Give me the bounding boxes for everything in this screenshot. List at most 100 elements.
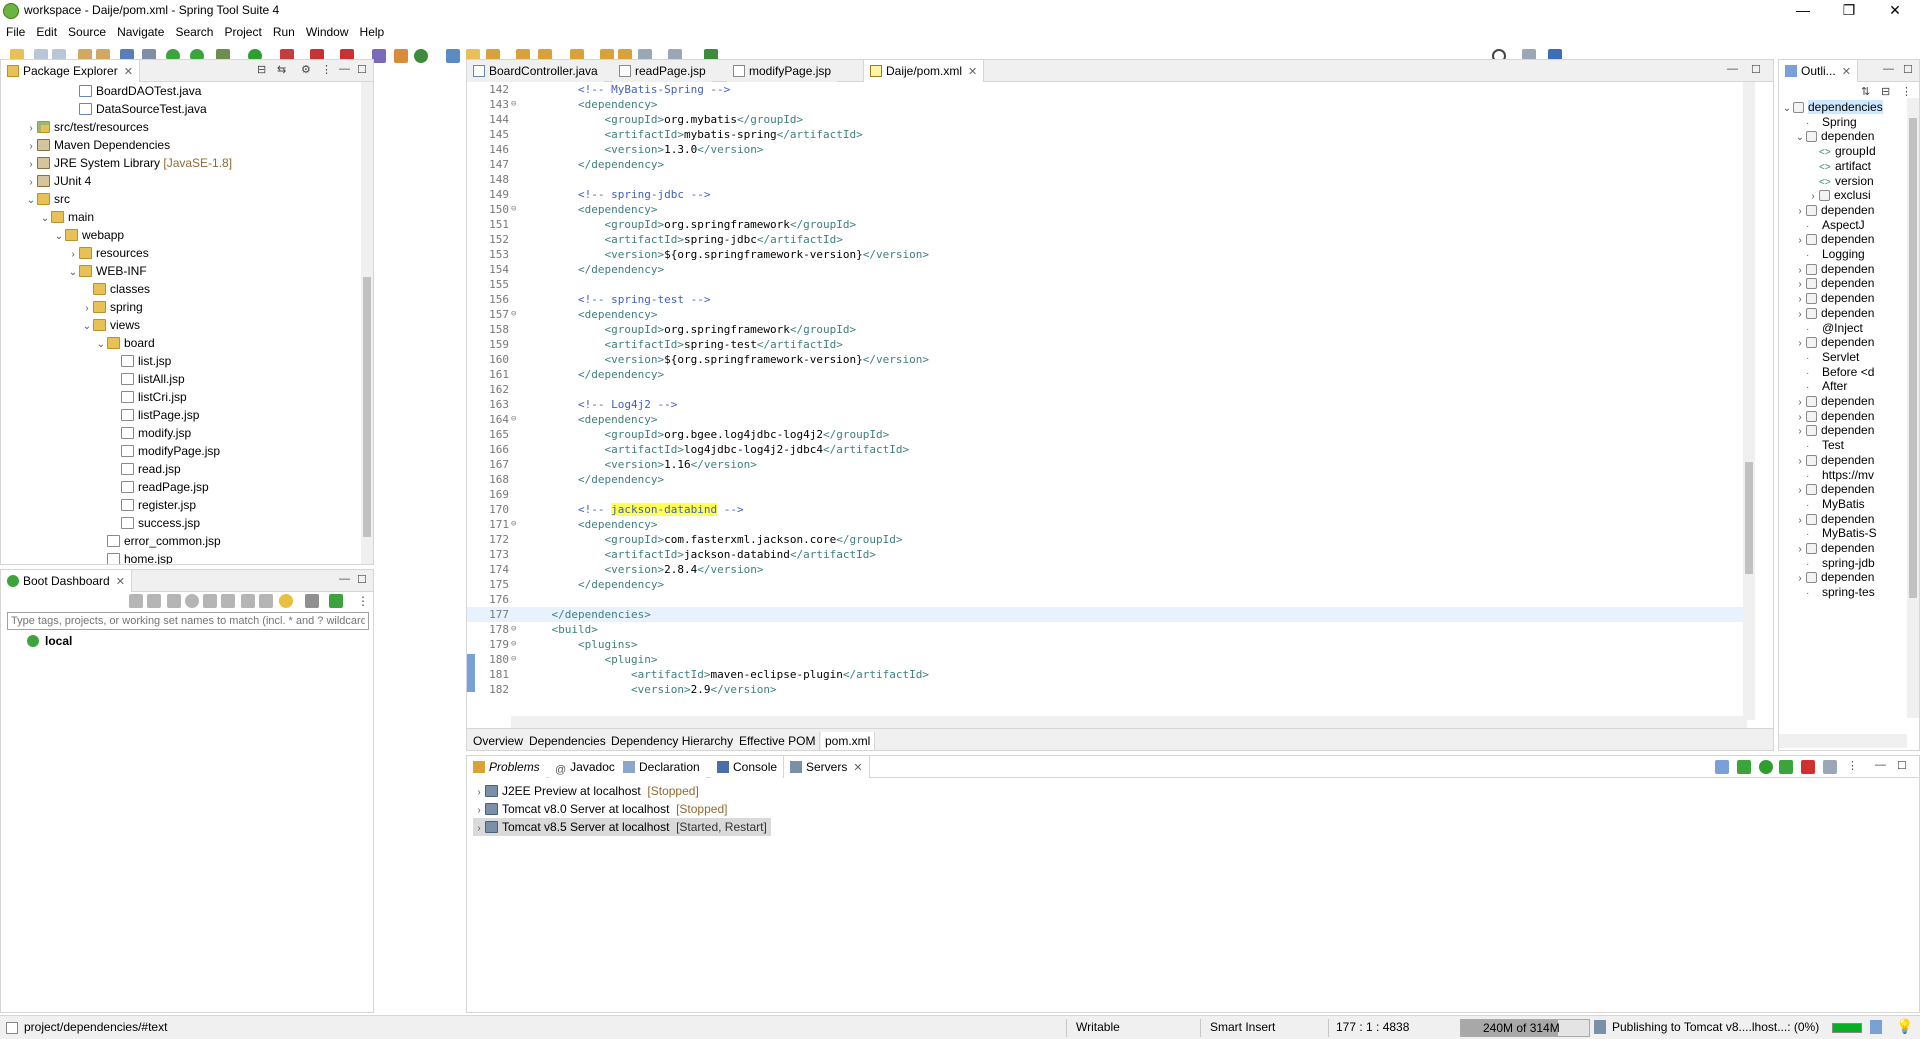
code-line[interactable]: 156 <!-- spring-test --> xyxy=(467,292,1743,307)
outline-h-scrollbar[interactable] xyxy=(1779,734,1907,748)
new-package-icon[interactable] xyxy=(394,49,408,63)
tree-item[interactable]: list.jsp xyxy=(109,352,171,370)
code-line[interactable]: 149 <!-- spring-jdbc --> xyxy=(467,187,1743,202)
expand-toggle-icon[interactable]: ⌄ xyxy=(39,210,51,228)
menu-project[interactable]: Project xyxy=(224,25,261,39)
server-row[interactable]: › J2EE Preview at localhost [Stopped] xyxy=(473,782,698,800)
code-line[interactable]: 146 <version>1.3.0</version> xyxy=(467,142,1743,157)
tree-item[interactable]: › Maven Dependencies xyxy=(25,136,170,154)
maximize-view-icon[interactable]: ☐ xyxy=(1897,759,1907,772)
code-line[interactable]: 157 ⊖ <dependency> xyxy=(467,307,1743,322)
minimize-view-icon[interactable]: — xyxy=(339,573,350,585)
tab-problems[interactable]: Problems xyxy=(467,756,546,778)
code-line[interactable]: 169 xyxy=(467,487,1743,502)
view-menu-icon[interactable]: ⋮ xyxy=(357,594,371,608)
garbage-collect-icon[interactable] xyxy=(1594,1020,1606,1034)
menu-run[interactable]: Run xyxy=(273,25,295,39)
expand-toggle-icon[interactable]: ⌄ xyxy=(53,228,65,246)
code-line[interactable]: 163 <!-- Log4j2 --> xyxy=(467,397,1743,412)
tree-item[interactable]: success.jsp xyxy=(109,514,200,532)
minimize-button[interactable]: — xyxy=(1780,0,1826,22)
server-row[interactable]: › Tomcat v8.0 Server at localhost [Stoppe… xyxy=(473,800,727,818)
code-line[interactable]: 154 </dependency> xyxy=(467,262,1743,277)
code-line[interactable]: 150 ⊖ <dependency> xyxy=(467,202,1743,217)
progress-view-icon[interactable] xyxy=(1870,1020,1882,1034)
tab-console[interactable]: Console xyxy=(711,756,784,778)
debug-server-icon[interactable] xyxy=(1737,760,1751,774)
code-line[interactable]: 152 <artifactId>spring-jdbc</artifactId> xyxy=(467,232,1743,247)
tab-boardcontroller-java[interactable]: BoardController.java xyxy=(467,60,604,82)
view-menu-icon[interactable]: ⋮ xyxy=(321,63,332,76)
expand-toggle-icon[interactable]: ⌄ xyxy=(25,192,37,210)
close-icon[interactable]: ✕ xyxy=(1842,66,1851,78)
tab-javadoc[interactable]: @ Javadoc xyxy=(549,756,621,778)
menu-source[interactable]: Source xyxy=(68,25,106,39)
lightbulb-icon[interactable] xyxy=(279,594,293,608)
code-line[interactable]: 161 </dependency> xyxy=(467,367,1743,382)
menu-search[interactable]: Search xyxy=(175,25,213,39)
code-line[interactable]: 176 xyxy=(467,592,1743,607)
menu-navigate[interactable]: Navigate xyxy=(117,25,164,39)
tree-item[interactable]: › JRE System Library [JavaSE-1.8] xyxy=(25,154,232,172)
close-icon[interactable]: ✕ xyxy=(853,762,862,774)
scrollbar-thumb[interactable] xyxy=(1909,118,1917,598)
link-with-editor-icon[interactable]: ⇆ xyxy=(277,63,286,76)
code-line[interactable]: 155 xyxy=(467,277,1743,292)
tab-package-explorer[interactable]: Package Explorer ✕ xyxy=(1,60,140,82)
code-line[interactable]: 164 ⊖ <dependency> xyxy=(467,412,1743,427)
edit-icon[interactable] xyxy=(241,594,255,608)
tab-readpage-jsp[interactable]: readPage.jsp xyxy=(613,60,712,82)
code-line[interactable]: 160 <version>${org.springframework-versi… xyxy=(467,352,1743,367)
maximize-view-icon[interactable]: ☐ xyxy=(357,63,367,76)
code-line[interactable]: 165 <groupId>org.bgee.log4jdbc-log4j2</g… xyxy=(467,427,1743,442)
tree-item[interactable]: error_common.jsp xyxy=(95,532,221,550)
outline-item[interactable]: · spring-tes xyxy=(1794,583,1875,601)
tree-item[interactable]: ⌄ board xyxy=(95,334,155,352)
tab-pom-xml[interactable]: Daije/pom.xml ✕ xyxy=(863,60,985,82)
code-line[interactable]: 171 ⊖ <dependency> xyxy=(467,517,1743,532)
minimize-view-icon[interactable]: — xyxy=(1883,63,1894,75)
editor-h-scrollbar[interactable] xyxy=(511,716,1747,728)
code-line[interactable]: 177 </dependencies> xyxy=(467,607,1743,622)
tree-item[interactable]: register.jsp xyxy=(109,496,196,514)
tree-item[interactable]: modifyPage.jsp xyxy=(109,442,220,460)
tab-pom-xml-source[interactable]: pom.xml xyxy=(821,732,876,750)
lightbulb-icon[interactable]: 💡 xyxy=(1896,1018,1913,1035)
restore-button[interactable]: ❐ xyxy=(1826,0,1872,22)
view-menu-icon[interactable]: ⋮ xyxy=(1847,759,1858,772)
maximize-view-icon[interactable]: ☐ xyxy=(1903,63,1913,76)
close-icon[interactable]: ✕ xyxy=(968,66,977,78)
new-java-project-icon[interactable] xyxy=(372,49,386,63)
code-line[interactable]: 159 <artifactId>spring-test</artifactId> xyxy=(467,337,1743,352)
tab-servers[interactable]: Servers ✕ xyxy=(783,756,870,778)
console-icon[interactable] xyxy=(203,594,217,608)
tree-item[interactable]: ⌄ main xyxy=(39,208,94,226)
editor-scrollbar[interactable] xyxy=(1743,82,1755,720)
tree-item[interactable]: readPage.jsp xyxy=(109,478,209,496)
maximize-view-icon[interactable]: ☐ xyxy=(1751,63,1761,76)
tree-item[interactable]: listAll.jsp xyxy=(109,370,185,388)
deploy-icon[interactable] xyxy=(305,594,319,608)
add-icon[interactable] xyxy=(329,594,343,608)
code-line[interactable]: 167 <version>1.16</version> xyxy=(467,457,1743,472)
tab-modifypage-jsp[interactable]: modifyPage.jsp xyxy=(727,60,838,82)
close-button[interactable]: ✕ xyxy=(1872,0,1918,22)
code-line[interactable]: 145 <artifactId>mybatis-spring</artifact… xyxy=(467,127,1743,142)
debug-icon[interactable] xyxy=(185,594,199,608)
tree-item[interactable]: ⌄ src xyxy=(25,190,70,208)
code-line[interactable]: 181 <artifactId>maven-eclipse-plugin</ar… xyxy=(467,667,1743,682)
scrollbar-thumb[interactable] xyxy=(1745,462,1753,574)
tree-item[interactable]: › spring xyxy=(81,298,142,316)
code-line[interactable]: 147 </dependency> xyxy=(467,157,1743,172)
tab-outline[interactable]: Outli... ✕ xyxy=(1779,60,1858,82)
open-task-icon[interactable] xyxy=(446,49,460,63)
menu-window[interactable]: Window xyxy=(306,25,349,39)
stop-server-icon[interactable] xyxy=(1801,760,1815,774)
minimize-view-icon[interactable]: — xyxy=(339,63,350,75)
tree-item[interactable]: modify.jsp xyxy=(109,424,191,442)
tree-item[interactable]: ⌄ WEB-INF xyxy=(67,262,147,280)
view-menu-icon[interactable]: ⋮ xyxy=(1901,85,1912,98)
tab-boot-dashboard[interactable]: Boot Dashboard ✕ xyxy=(1,570,132,592)
menu-file[interactable]: File xyxy=(6,25,25,39)
expand-toggle-icon[interactable]: › xyxy=(473,820,485,838)
